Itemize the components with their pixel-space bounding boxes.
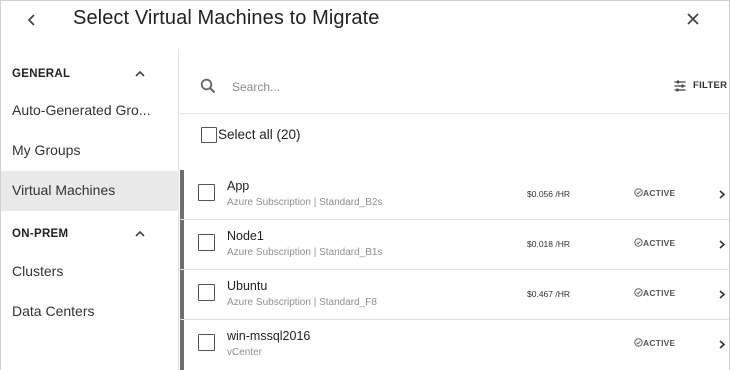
sidebar-item-label: Data Centers [12,303,95,319]
filter-label: FILTER [693,80,728,91]
chevron-right-icon[interactable] [718,189,726,200]
vm-name: App [227,179,250,193]
section-label: ON-PREM [12,228,69,240]
main-panel: FILTER Select all (20) App Azure Subscri… [180,59,729,370]
vm-subtitle: Azure Subscription | Standard_F8 [227,297,377,308]
dialog: Select Virtual Machines to Migrate GENER… [0,0,730,370]
vm-row-app[interactable]: App Azure Subscription | Standard_B2s $0… [180,170,729,220]
vm-subtitle: Azure Subscription | Standard_B1s [227,247,383,258]
close-icon [687,13,699,25]
vm-row-win-mssql2016[interactable]: win-mssql2016 vCenter ACTIVE [180,320,729,370]
row-accent-bar [180,170,184,219]
chevron-right-icon[interactable] [718,339,726,350]
vm-name: Ubuntu [227,279,268,293]
close-button[interactable] [683,9,703,29]
sidebar-item-label: My Groups [12,142,81,158]
chevron-left-icon [27,14,35,26]
row-checkbox[interactable] [198,284,215,301]
vm-price: $0.056 /HR [527,189,570,199]
status-text: ACTIVE [643,188,676,198]
row-checkbox[interactable] [198,184,215,201]
vm-subtitle: Azure Subscription | Standard_B2s [227,197,383,208]
row-checkbox[interactable] [198,334,215,351]
check-circle-icon [634,238,643,247]
page-title: Select Virtual Machines to Migrate [73,7,380,29]
dialog-header: Select Virtual Machines to Migrate [1,1,729,45]
section-label: GENERAL [12,68,71,80]
chevron-up-icon[interactable] [133,69,147,79]
row-accent-bar [180,270,184,319]
vm-subtitle: vCenter [227,347,263,358]
chevron-right-icon[interactable] [718,239,726,250]
check-circle-icon [634,338,643,347]
filter-button[interactable]: FILTER [674,79,728,95]
sidebar-item-auto-generated-groups[interactable]: Auto-Generated Gro... [1,91,179,131]
status-text: ACTIVE [643,338,676,348]
check-circle-icon [634,288,643,297]
vm-row-node1[interactable]: Node1 Azure Subscription | Standard_B1s … [180,220,729,270]
status-text: ACTIVE [643,238,676,248]
section-header-general: GENERAL [1,61,179,89]
vm-price: $0.467 /HR [527,289,570,299]
sidebar-item-my-groups[interactable]: My Groups [1,131,179,171]
section-header-on-prem: ON-PREM [1,221,179,249]
back-button[interactable] [23,9,43,31]
sidebar-item-virtual-machines[interactable]: Virtual Machines [1,171,179,211]
vm-name: win-mssql2016 [227,329,311,343]
sidebar-item-data-centers[interactable]: Data Centers [1,292,179,332]
checkbox[interactable] [201,127,217,143]
search-input[interactable] [232,75,532,99]
vm-name: Node1 [227,229,264,243]
row-accent-bar [180,320,184,370]
select-all-checkbox[interactable]: Select all (20) [201,125,341,145]
chevron-right-icon[interactable] [718,289,726,300]
sidebar-item-label: Virtual Machines [12,182,116,198]
row-checkbox[interactable] [198,234,215,251]
sidebar: GENERAL Auto-Generated Gro... My Groups … [1,49,179,370]
vm-price: $0.018 /HR [527,239,570,249]
sidebar-item-label: Clusters [12,263,64,279]
row-accent-bar [180,220,184,269]
search-icon [200,78,216,94]
vm-row-ubuntu[interactable]: Ubuntu Azure Subscription | Standard_F8 … [180,270,729,320]
sidebar-item-clusters[interactable]: Clusters [1,252,179,292]
search-bar: FILTER [180,59,729,114]
sidebar-item-label: Auto-Generated Gro... [12,102,151,118]
select-all-label: Select all (20) [218,127,301,142]
status-text: ACTIVE [643,288,676,298]
filter-sliders-icon [674,80,686,92]
check-circle-icon [634,188,643,197]
chevron-up-icon[interactable] [133,229,147,239]
